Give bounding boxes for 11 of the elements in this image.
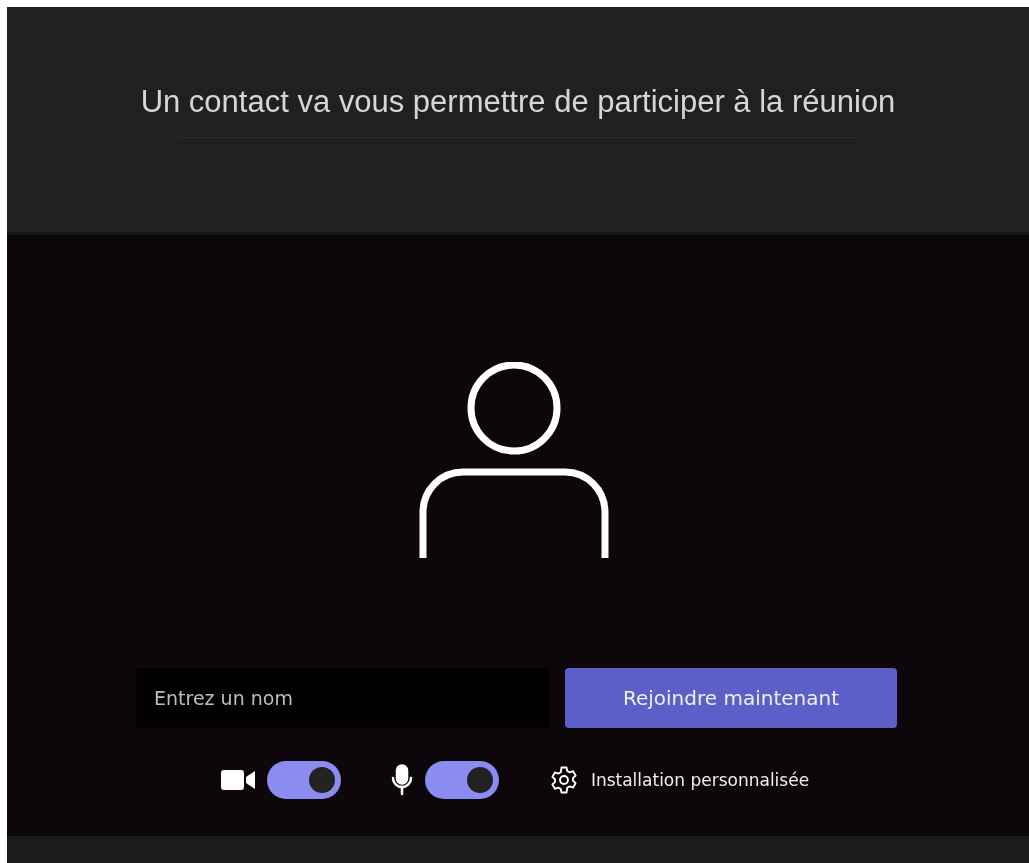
microphone-icon bbox=[390, 764, 413, 796]
video-camera-icon bbox=[220, 769, 255, 791]
toggle-switch[interactable] bbox=[266, 761, 341, 799]
person-silhouette-icon bbox=[419, 362, 609, 558]
join-now-button[interactable]: Rejoindre maintenant bbox=[565, 668, 897, 728]
custom-setup-label: Installation personnalisée bbox=[590, 770, 810, 790]
custom-setup-link[interactable]: Installation personnalisée bbox=[548, 765, 810, 795]
meeting-title: Un contact va vous permettre de participer à la réunion bbox=[139, 83, 897, 121]
settings-icon bbox=[548, 765, 579, 795]
name-input-field[interactable]: Entrez un nom bbox=[136, 668, 549, 728]
toggle-switch[interactable] bbox=[424, 761, 499, 799]
